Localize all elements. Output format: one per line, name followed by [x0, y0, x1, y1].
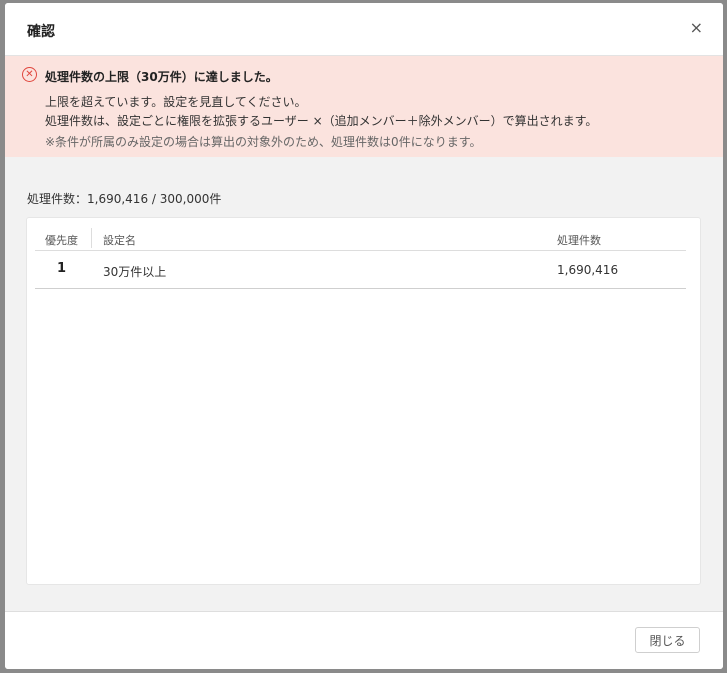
dialog-title: 確認 [27, 24, 55, 40]
close-icon[interactable]: × [690, 20, 703, 36]
confirm-dialog: 確認 × ✕ 処理件数の上限（30万件）に達しました。 上限を超えています。設定… [5, 3, 723, 669]
row-name: 30万件以上 [103, 265, 167, 279]
column-divider [91, 228, 92, 248]
row-divider [35, 288, 686, 289]
alert-note: ※条件が所属のみ設定の場合は算出の対象外のため、処理件数は0件になります。 [45, 135, 482, 149]
close-button[interactable]: 閉じる [635, 627, 700, 653]
header-divider [35, 250, 686, 251]
dialog-footer: 閉じる [5, 611, 723, 669]
alert-title: 処理件数の上限（30万件）に達しました。 [45, 70, 278, 84]
error-circle-icon: ✕ [22, 67, 37, 82]
row-count: 1,690,416 [557, 263, 619, 277]
column-header-name: 設定名 [103, 234, 136, 247]
alert-message-1: 上限を超えています。設定を見直してください。 [45, 95, 307, 109]
settings-table: 優先度 設定名 処理件数 1 30万件以上 1,690,416 [26, 217, 701, 585]
dialog-header: 確認 × [5, 3, 723, 56]
error-alert: ✕ 処理件数の上限（30万件）に達しました。 上限を超えています。設定を見直して… [5, 56, 723, 157]
row-priority: 1 [57, 261, 67, 276]
processing-count-summary: 処理件数：1,690,416 / 300,000件 [27, 192, 222, 206]
column-header-count: 処理件数 [557, 234, 601, 247]
column-header-priority: 優先度 [45, 234, 78, 247]
alert-message-2: 処理件数は、設定ごとに権限を拡張するユーザー ×（追加メンバー＋除外メンバー）で… [45, 114, 598, 128]
